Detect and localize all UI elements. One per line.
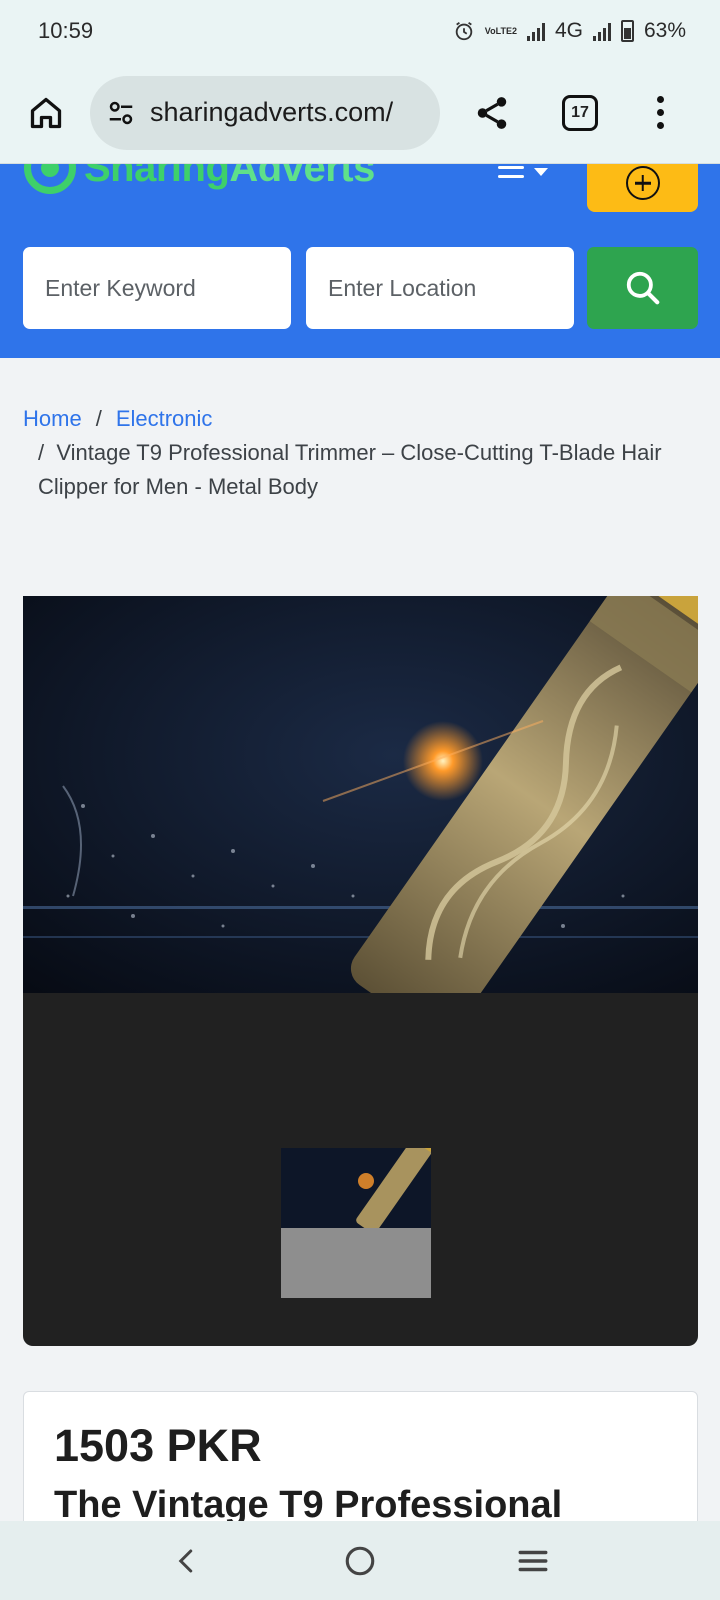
status-bar: 10:59 VoLTE2 4G 63% bbox=[0, 0, 720, 62]
home-nav-button[interactable] bbox=[335, 1536, 385, 1586]
thumbnail-image bbox=[281, 1148, 431, 1234]
tabs-button[interactable]: 17 bbox=[562, 94, 598, 131]
address-bar[interactable]: sharingadverts.com/ bbox=[90, 75, 440, 150]
breadcrumb: Home / Electronic / Vintage T9 Professiona… bbox=[23, 402, 703, 504]
logo-mark-icon bbox=[24, 164, 76, 194]
recents-icon bbox=[518, 1550, 548, 1571]
site-header: SharingAdverts bbox=[0, 164, 720, 358]
more-vert-icon[interactable] bbox=[654, 96, 666, 129]
trimmer-photo bbox=[23, 596, 698, 993]
back-icon bbox=[178, 1549, 192, 1572]
url-text[interactable]: sharingadverts.com/ bbox=[150, 97, 393, 128]
post-ad-button[interactable] bbox=[587, 164, 698, 212]
listing-price: 1503 PKR bbox=[54, 1420, 262, 1471]
alarm-icon bbox=[455, 21, 473, 41]
chevron-down-icon bbox=[534, 168, 548, 176]
volte-label: VoLTE2 bbox=[484, 25, 517, 36]
battery-icon bbox=[620, 20, 634, 42]
breadcrumb-separator: / bbox=[95, 406, 102, 431]
menu-toggle-button[interactable] bbox=[498, 166, 548, 178]
battery-level: 63% bbox=[643, 19, 686, 42]
recents-button[interactable] bbox=[508, 1536, 558, 1586]
system-nav-bar bbox=[0, 1521, 720, 1600]
breadcrumb-current: / Vintage T9 Professional Trimmer – Clos… bbox=[38, 440, 662, 499]
product-gallery bbox=[23, 596, 698, 1346]
share-button[interactable] bbox=[470, 91, 514, 135]
home-circle-icon bbox=[345, 1546, 375, 1575]
logo-text: SharingAdverts bbox=[84, 164, 375, 190]
browser-toolbar: sharingadverts.com/ 17 bbox=[0, 62, 720, 164]
search-button[interactable] bbox=[587, 247, 698, 329]
tab-count: 17 bbox=[571, 103, 589, 121]
home-icon bbox=[30, 97, 62, 128]
signal-icon-2 bbox=[592, 21, 611, 41]
breadcrumb-category-link[interactable]: Electronic bbox=[116, 406, 213, 431]
back-button[interactable] bbox=[162, 1536, 212, 1586]
product-thumbnail[interactable] bbox=[281, 1148, 431, 1298]
menu-icon bbox=[498, 166, 524, 178]
tune-icon[interactable] bbox=[106, 98, 136, 128]
signal-icon bbox=[526, 21, 545, 41]
search-icon bbox=[626, 271, 659, 305]
location-input[interactable] bbox=[306, 247, 574, 329]
status-time: 10:59 bbox=[38, 18, 94, 43]
browser-home-button[interactable] bbox=[24, 91, 68, 135]
site-logo[interactable]: SharingAdverts bbox=[24, 164, 375, 194]
product-main-image[interactable] bbox=[23, 596, 698, 993]
share-icon bbox=[477, 96, 507, 129]
keyword-input[interactable] bbox=[23, 247, 291, 329]
network-label: 4G bbox=[554, 19, 583, 42]
breadcrumb-home-link[interactable]: Home bbox=[23, 406, 82, 431]
plus-circle-icon bbox=[625, 166, 660, 200]
status-icons: VoLTE2 4G 63% bbox=[453, 19, 686, 43]
